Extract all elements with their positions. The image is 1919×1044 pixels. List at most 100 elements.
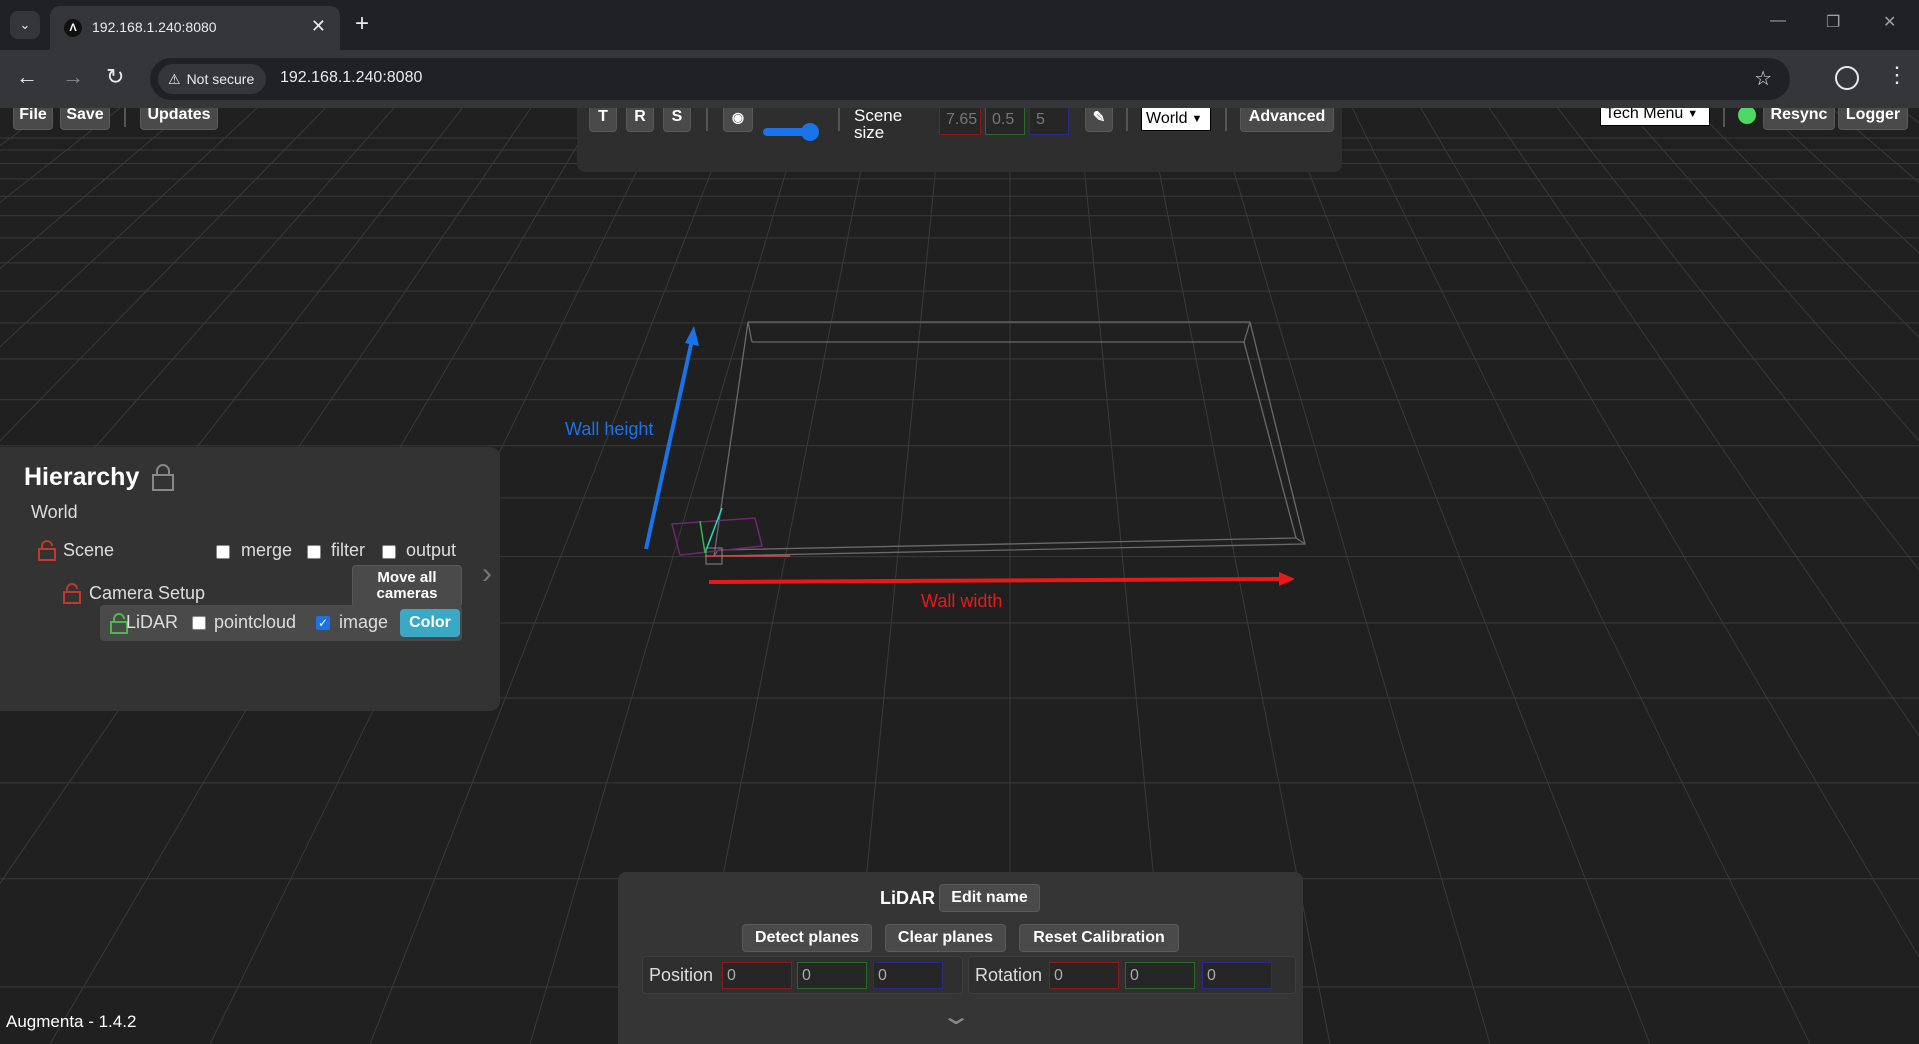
image-checkbox[interactable]: ✓ [316, 616, 330, 630]
version-label: Augmenta - 1.4.2 [6, 1012, 137, 1031]
chevron-down-icon: ▼ [1687, 108, 1699, 120]
detect-planes-button[interactable]: Detect planes [742, 924, 872, 952]
pointcloud-label: pointcloud [214, 612, 297, 632]
rotation-group: Rotation 0 0 0 [968, 956, 1296, 994]
browser-tab-bar: ⌄ Λ 192.168.1.240:8080 ✕ + — ❐ ✕ [0, 0, 1919, 50]
scene-size-label: Scene size [854, 108, 903, 142]
toolbar-separator [1225, 108, 1227, 131]
unlocked-icon[interactable] [36, 539, 58, 561]
warning-triangle-icon: ⚠ [168, 70, 181, 87]
wall-height-label: Wall height [565, 419, 654, 439]
new-tab-plus-icon[interactable]: + [355, 10, 369, 38]
position-z-input[interactable]: 0 [873, 962, 943, 989]
profile-icon[interactable] [1835, 66, 1859, 90]
lidar-properties-panel: LiDAR Edit name Detect planes Clear plan… [618, 872, 1303, 1044]
rotation-y-input[interactable]: 0 [1125, 962, 1195, 989]
tab-list-button[interactable]: ⌄ [10, 11, 40, 39]
toolbar-separator [124, 108, 126, 127]
merge-label: merge [241, 540, 293, 560]
close-icon[interactable]: ✕ [311, 16, 326, 37]
logger-button[interactable]: Logger [1838, 108, 1908, 130]
lidar-label: LiDAR [126, 612, 179, 632]
forward-arrow-icon[interactable]: → [62, 64, 84, 90]
hierarchy-item-camera-setup[interactable]: Camera Setup [89, 583, 205, 604]
position-y-input[interactable]: 0 [797, 962, 867, 989]
unlocked-icon[interactable] [61, 582, 83, 604]
pencil-icon: ✎ [1092, 109, 1106, 126]
position-group: Position 0 0 0 [642, 956, 963, 994]
site-favicon-icon: Λ [64, 19, 82, 37]
security-label: Not secure [186, 71, 255, 87]
chevron-right-icon[interactable]: › [482, 557, 492, 591]
camera-view-button[interactable]: ◉ [723, 108, 753, 132]
restore-icon[interactable]: ❐ [1826, 12, 1840, 32]
file-button[interactable]: File [13, 108, 53, 130]
tech-menu-select[interactable]: Tech Menu ▼ [1600, 108, 1710, 126]
translate-mode-button[interactable]: T [589, 108, 617, 132]
output-label: output [406, 540, 457, 560]
chevron-down-icon: ▼ [1191, 113, 1203, 125]
space-select-value: World [1146, 110, 1188, 127]
rotate-mode-button[interactable]: R [626, 108, 654, 132]
app-viewport[interactable]: Wall height Wall width File Save Updates… [0, 108, 1919, 1044]
tab-title: 192.168.1.240:8080 [92, 19, 217, 35]
merge-checkbox[interactable] [216, 545, 230, 559]
wall-width-arrow [708, 572, 1295, 586]
rotation-label: Rotation [975, 965, 1043, 985]
minimize-icon[interactable]: — [1770, 12, 1786, 30]
transform-toolbar: T R S ◉ Scene size 7.65 0.5 5 ✎ World ▼ … [577, 108, 1342, 172]
tech-menu-value: Tech Menu [1605, 108, 1684, 122]
hierarchy-item-scene[interactable]: Scene [63, 540, 114, 561]
move-all-cameras-button[interactable]: Move all cameras [352, 565, 462, 607]
toolbar-separator [838, 108, 840, 131]
pointcloud-checkbox[interactable] [192, 616, 206, 630]
reset-calibration-button[interactable]: Reset Calibration [1019, 924, 1179, 952]
omnibox[interactable]: ⚠ Not secure 192.168.1.240:8080 ☆ [150, 58, 1790, 100]
output-checkbox[interactable] [382, 545, 396, 559]
filter-checkbox[interactable] [307, 545, 321, 559]
wall-width-label: Wall width [921, 591, 1003, 611]
back-arrow-icon[interactable]: ← [16, 64, 38, 90]
advanced-button[interactable]: Advanced [1240, 108, 1334, 132]
scene-size-x-input[interactable]: 7.65 [939, 108, 981, 135]
scene-size-z-input[interactable]: 5 [1029, 108, 1069, 135]
lidar-gizmo [671, 507, 790, 565]
edit-scene-size-button[interactable]: ✎ [1085, 108, 1113, 132]
color-button[interactable]: Color [400, 609, 460, 637]
hierarchy-item-lidar[interactable]: LiDAR pointcloud ✓ image Color [100, 605, 462, 641]
save-button[interactable]: Save [60, 108, 110, 130]
panel-title: LiDAR [880, 888, 935, 908]
position-x-input[interactable]: 0 [722, 962, 792, 989]
toolbar-separator [1126, 108, 1128, 131]
resync-button[interactable]: Resync [1763, 108, 1835, 130]
bookmark-star-icon[interactable]: ☆ [1754, 66, 1772, 91]
hierarchy-item-world[interactable]: World [31, 502, 78, 523]
close-window-icon[interactable]: ✕ [1883, 12, 1896, 32]
space-select[interactable]: World ▼ [1141, 108, 1211, 131]
updates-button[interactable]: Updates [140, 108, 218, 130]
chevron-down-icon[interactable]: ⌄ [940, 1002, 972, 1031]
scale-mode-button[interactable]: S [663, 108, 691, 132]
edit-name-button[interactable]: Edit name [939, 884, 1040, 912]
rotation-x-input[interactable]: 0 [1049, 962, 1119, 989]
filter-label: filter [331, 540, 366, 560]
reload-icon[interactable]: ↻ [106, 64, 124, 90]
rotation-z-input[interactable]: 0 [1202, 962, 1272, 989]
image-label: image [339, 612, 389, 632]
toolbar-separator [706, 108, 708, 131]
lock-icon[interactable] [150, 463, 176, 491]
security-chip[interactable]: ⚠ Not secure [158, 64, 267, 94]
clear-planes-button[interactable]: Clear planes [885, 924, 1006, 952]
hierarchy-panel: Hierarchy World Scene merge filter outpu… [0, 447, 500, 711]
position-label: Position [649, 965, 714, 985]
toolbar-separator [1723, 108, 1725, 127]
camera-speed-slider-knob[interactable] [801, 123, 819, 141]
scene-size-y-input[interactable]: 0.5 [985, 108, 1025, 135]
browser-menu-icon[interactable]: ⋮ [1886, 62, 1908, 88]
camera-view-icon: ◉ [731, 108, 745, 125]
browser-address-bar: ← → ↻ ⚠ Not secure 192.168.1.240:8080 ☆ … [0, 50, 1919, 108]
browser-tab[interactable]: Λ 192.168.1.240:8080 ✕ [50, 6, 340, 50]
url-text[interactable]: 192.168.1.240:8080 [280, 69, 422, 87]
hierarchy-title: Hierarchy [24, 463, 140, 491]
chevron-down-icon: ⌄ [19, 17, 31, 32]
